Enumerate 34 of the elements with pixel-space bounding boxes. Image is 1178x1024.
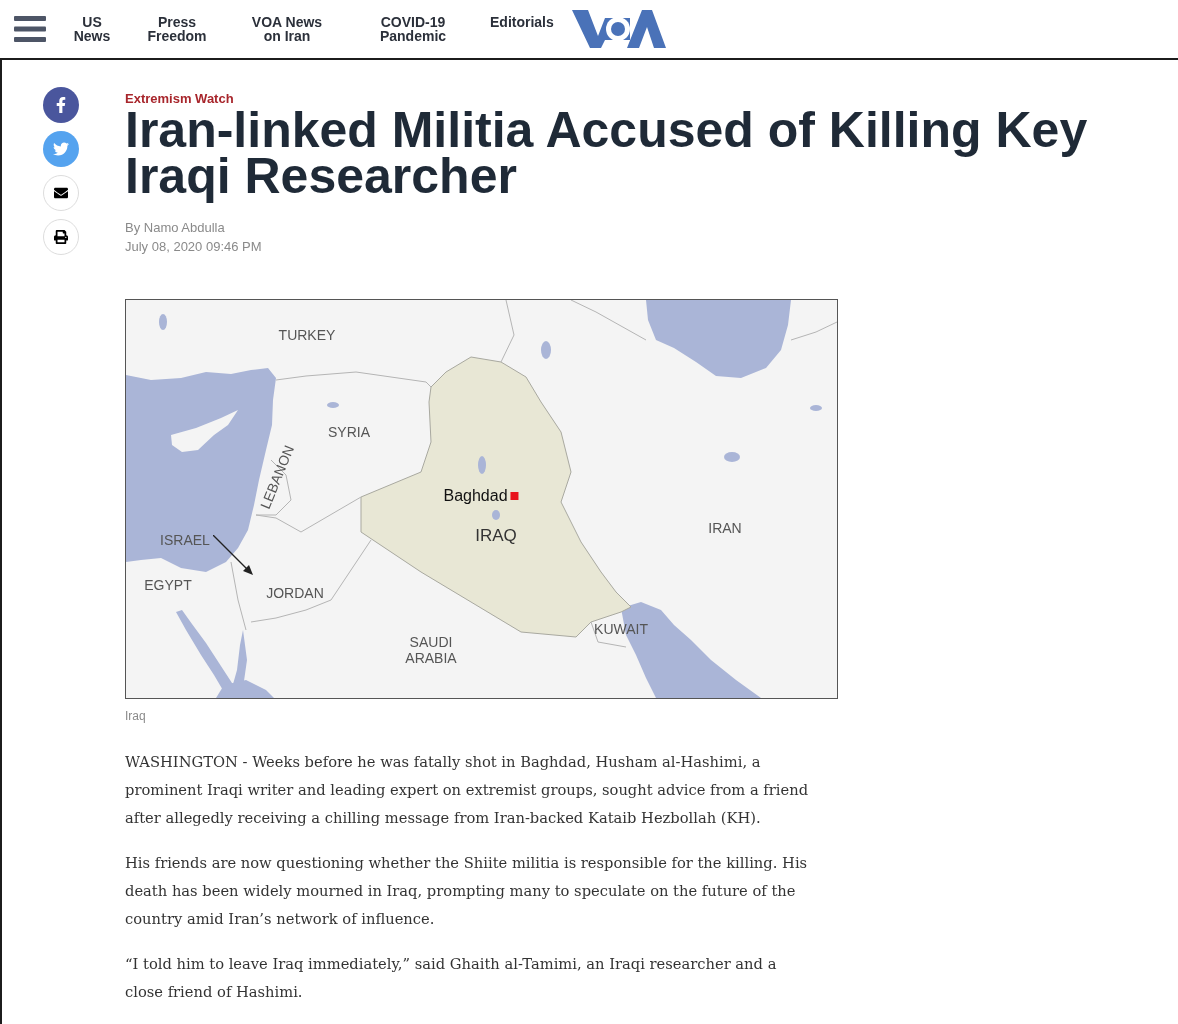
- category-link[interactable]: Extremism Watch: [125, 91, 234, 107]
- print-button[interactable]: [43, 219, 79, 255]
- article-paragraph: His friends are now questioning whether the Shiite militia is responsible for the killing. His death has been widely mourned in Iraq, prompting many to speculate on the future of the country amid Iran’s network of influence.: [125, 853, 809, 929]
- map-label: ISRAEL: [160, 532, 210, 548]
- map-label: EGYPT: [144, 577, 192, 593]
- article-paragraph: “I told him to leave Iraq immediately,” said Ghaith al-Tamimi, an Iraqi researcher and a close friend of Hashimi.: [125, 954, 778, 1002]
- nav-link[interactable]: US News: [70, 15, 114, 43]
- menu-icon: [14, 16, 46, 42]
- map-label: KUWAIT: [594, 621, 648, 637]
- image-caption: Iraq: [125, 708, 146, 724]
- article-paragraph: WASHINGTON - Weeks before he was fatally shot in Baghdad, Husham al-Hashimi, a prominent Iraqi writer and leading expert on extremist groups, sought advice from a friend after allegedly receiving a chilling message from Iran-backed Kataib Hezbollah (KH).: [125, 752, 810, 828]
- publish-date: July 08, 2020 09:46 PM: [125, 238, 262, 256]
- map-label: IRAQ: [475, 527, 517, 545]
- map-label: Baghdad: [443, 487, 508, 505]
- nav-link[interactable]: COVID-19 Pandemic: [374, 15, 452, 43]
- facebook-share-button[interactable]: [43, 87, 79, 123]
- map-label: JORDAN: [266, 585, 324, 601]
- leader-arrow: [213, 535, 253, 575]
- map-label: TURKEY: [278, 327, 336, 343]
- byline: By Namo Abdulla: [125, 219, 225, 237]
- map-label: SAUDI ARABIA: [404, 634, 458, 666]
- nav-link[interactable]: VOA News on Iran: [246, 15, 328, 43]
- nav-link[interactable]: Editorials: [490, 15, 554, 29]
- bird-icon: [53, 141, 69, 157]
- menu-button[interactable]: [14, 16, 46, 42]
- map-label: SYRIA: [328, 424, 370, 440]
- map-label: IRAN: [708, 520, 742, 536]
- envelope-icon: [54, 186, 68, 200]
- email-button[interactable]: [43, 175, 79, 211]
- printer-icon: [54, 230, 68, 244]
- logo-icon[interactable]: [571, 10, 666, 48]
- city-marker-icon: [510, 492, 519, 500]
- twitter-share-button[interactable]: [43, 131, 79, 167]
- nav-link[interactable]: Press Freedom: [142, 15, 212, 43]
